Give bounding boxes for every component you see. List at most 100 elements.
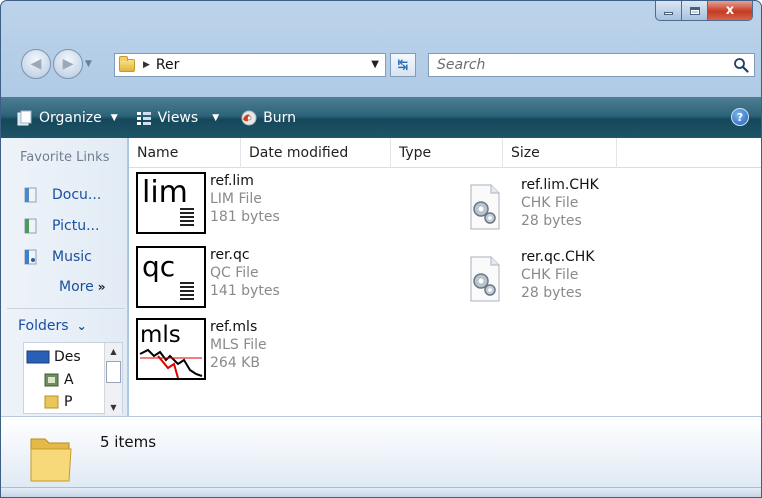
folder-icon — [44, 395, 59, 409]
column-name[interactable]: Name — [129, 138, 241, 168]
address-bar[interactable]: ▶ Rer ▼ — [114, 53, 386, 77]
file-list: Name Date modified Type Size lim ref.lim… — [129, 138, 761, 416]
file-size: 28 bytes — [521, 213, 582, 229]
address-dropdown-icon[interactable]: ▼ — [371, 59, 379, 70]
views-menu[interactable]: Views ▼ — [130, 97, 225, 138]
search-icon[interactable] — [733, 57, 749, 73]
chk-file-icon — [470, 256, 500, 302]
file-details: ref.lim LIM File 181 bytes — [210, 172, 280, 234]
file-item-ref-lim-chk[interactable]: ref.lim.CHK CHK File 28 bytes — [459, 176, 599, 233]
file-item-rer-qc-chk[interactable]: rer.qc.CHK CHK File 28 bytes — [459, 248, 595, 305]
explorer-window: x ◀ ▶ ▼ ▶ Rer ▼ ↹ Search Organize ▼ View… — [0, 0, 762, 498]
maximize-icon — [689, 6, 700, 15]
column-size[interactable]: Size — [503, 138, 617, 168]
details-pane: 5 items — [1, 416, 761, 497]
breadcrumb-rer[interactable]: Rer — [156, 57, 179, 73]
qc-badge: qc — [142, 250, 175, 283]
double-chevron-right-icon: » — [97, 280, 106, 294]
folder-icon — [30, 438, 72, 482]
desktop-icon — [26, 350, 50, 364]
search-box[interactable]: Search — [428, 53, 755, 77]
file-name: ref.mls — [210, 319, 258, 335]
file-name: ref.lim — [210, 173, 254, 189]
file-item-rer-qc[interactable]: qc rer.qc QC File 141 bytes — [136, 246, 280, 308]
views-label: Views — [157, 109, 199, 126]
forward-button[interactable]: ▶ — [53, 49, 83, 79]
organize-label: Organize — [39, 109, 102, 126]
file-item-ref-lim[interactable]: lim ref.lim LIM File 181 bytes — [136, 172, 280, 234]
scroll-up-icon[interactable]: ▲ — [105, 343, 122, 359]
mls-badge: mls — [140, 322, 181, 348]
chevron-down-icon: ▼ — [110, 112, 118, 123]
music-icon — [24, 249, 37, 265]
file-size: 28 bytes — [521, 285, 582, 301]
more-label: More — [59, 279, 94, 295]
favorite-music[interactable]: Music — [24, 249, 92, 265]
file-type: CHK File — [521, 267, 579, 283]
lim-badge: lim — [142, 175, 188, 210]
file-type: LIM File — [210, 191, 262, 207]
favorite-pictures-label: Pictu... — [52, 218, 100, 234]
file-type: QC File — [210, 265, 259, 281]
command-bar: Organize ▼ Views ▼ Burn ? — [1, 97, 761, 138]
folders-toggle[interactable]: Folders ⌄ — [18, 318, 87, 334]
column-type[interactable]: Type — [391, 138, 503, 168]
file-size: 141 bytes — [210, 283, 280, 299]
folder-icon — [119, 55, 135, 72]
refresh-button[interactable]: ↹ — [390, 53, 416, 77]
file-item-ref-mls[interactable]: mls ref.mls MLS File 264 KB — [136, 318, 267, 380]
close-button[interactable]: x — [708, 1, 753, 21]
caption-buttons: x — [655, 1, 753, 21]
favorite-music-label: Music — [52, 249, 92, 265]
chk-file-icon — [470, 184, 500, 230]
mls-file-icon: mls — [136, 318, 206, 380]
documents-icon — [24, 187, 37, 203]
back-arrow-icon: ◀ — [30, 56, 42, 72]
folder-tree[interactable]: Des A P ▲ ▼ — [23, 342, 123, 415]
column-date-modified[interactable]: Date modified — [241, 138, 391, 168]
scroll-down-icon[interactable]: ▼ — [105, 399, 122, 415]
pictures-icon — [24, 218, 37, 234]
tree-item-desktop[interactable]: Des — [26, 349, 81, 365]
file-name: rer.qc.CHK — [521, 249, 595, 265]
column-header-row: Name Date modified Type Size — [129, 138, 761, 168]
scroll-thumb[interactable] — [106, 361, 121, 383]
burn-button[interactable]: Burn — [235, 97, 302, 138]
search-placeholder[interactable]: Search — [437, 57, 485, 73]
minimize-button[interactable] — [655, 1, 682, 21]
tree-item-p[interactable]: P — [44, 394, 72, 410]
tree-scrollbar[interactable]: ▲ ▼ — [104, 343, 122, 415]
tree-item-p-label: P — [64, 394, 73, 410]
help-icon: ? — [736, 110, 744, 124]
tree-item-desktop-label: Des — [54, 349, 81, 365]
file-type: MLS File — [210, 337, 267, 353]
breadcrumb-separator-icon[interactable]: ▶ — [143, 60, 150, 70]
chevron-down-icon: ▼ — [212, 112, 220, 123]
file-size: 181 bytes — [210, 209, 280, 225]
address-row: ◀ ▶ ▼ ▶ Rer ▼ ↹ Search — [1, 45, 761, 85]
folders-label: Folders — [18, 318, 69, 334]
chevron-down-icon: ⌄ — [76, 319, 87, 333]
help-button[interactable]: ? — [731, 108, 749, 126]
minimize-icon — [664, 12, 673, 15]
maximize-button[interactable] — [682, 1, 708, 21]
organize-icon — [17, 110, 32, 125]
file-name: ref.lim.CHK — [521, 177, 599, 193]
burn-disc-icon — [241, 110, 257, 125]
recent-pages-dropdown[interactable]: ▼ — [85, 59, 92, 69]
back-button[interactable]: ◀ — [21, 49, 51, 79]
more-link[interactable]: More» — [59, 279, 105, 295]
views-icon — [136, 111, 151, 125]
lim-file-icon: lim — [136, 172, 206, 234]
forward-arrow-icon: ▶ — [62, 56, 74, 72]
qc-file-icon: qc — [136, 246, 206, 308]
close-icon: x — [725, 3, 735, 18]
file-details: rer.qc.CHK CHK File 28 bytes — [521, 248, 595, 305]
favorite-pictures[interactable]: Pictu... — [24, 218, 99, 234]
tree-item-a-label: A — [64, 372, 74, 388]
tree-item-a[interactable]: A — [44, 372, 74, 388]
favorite-documents[interactable]: Docu... — [24, 187, 101, 203]
navigation-pane: Favorite Links Docu... Pictu... Music Mo… — [1, 138, 128, 416]
organize-menu[interactable]: Organize ▼ — [11, 97, 124, 138]
burn-label: Burn — [263, 109, 296, 126]
